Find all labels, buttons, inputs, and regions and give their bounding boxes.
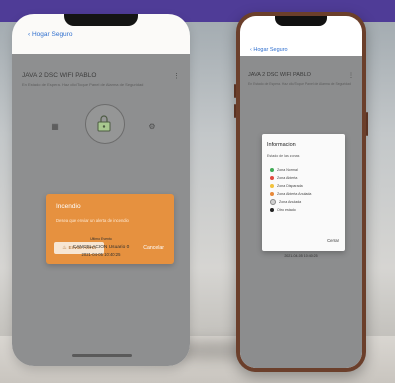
right-phone: ‹ Hogar Seguro JAVA 2 DSC WIFI PABLO ⋮ E…: [234, 12, 368, 372]
zone-label: Otro estado: [277, 208, 296, 212]
list-item: Zona Disparada: [270, 182, 311, 190]
lock-icon: [97, 115, 111, 132]
panel-screen: JAVA 2 DSC WIFI PABLO ⋮ En Estado de Esp…: [12, 54, 190, 366]
list-item: Zona Abierta: [270, 174, 311, 182]
list-item: Otro estado: [270, 206, 311, 214]
alert-title: Incendio: [56, 203, 81, 210]
more-options-icon[interactable]: ⋮: [173, 72, 180, 80]
phone-notch: [64, 14, 138, 26]
zone-label: Zona Abierta Anulada: [277, 192, 312, 196]
list-item: Zona Normal: [270, 166, 311, 174]
status-dot-icon: [270, 199, 276, 205]
left-phone: ‹ Hogar Seguro JAVA 2 DSC WIFI PABLO ⋮ E…: [12, 14, 190, 366]
last-event-label: CANCELACION Usuario 0: [72, 245, 130, 250]
panel-status-text: En Estado de Espera. Haz clic/Toque Pane…: [248, 82, 351, 86]
status-dot-icon: [270, 192, 274, 196]
volume-button: [234, 84, 236, 98]
back-label: Hogar Seguro: [253, 47, 288, 53]
last-event-time: 2021-04-05 10:40:25: [81, 252, 121, 257]
dialog-title: Informacion: [267, 142, 296, 148]
alert-message: Desea que enviar un alerta de incendio: [56, 218, 129, 223]
panel-title: JAVA 2 DSC WIFI PABLO: [22, 72, 97, 79]
back-button[interactable]: ‹ Hogar Seguro: [250, 47, 288, 53]
last-event-caption: Ultimo Evento: [90, 237, 112, 241]
zone-label: Zona Anulada: [279, 200, 302, 204]
last-event-time: 2021-04-05 10:40:25: [284, 254, 318, 258]
dialog-subtitle: Estado de las zonas: [267, 154, 300, 158]
status-dot-icon: [270, 184, 274, 188]
zone-legend-list: Zona Normal Zona Abierta Zona Disparada …: [270, 166, 311, 214]
panel-title: JAVA 2 DSC WIFI PABLO: [248, 72, 311, 78]
phone-notch: [275, 16, 327, 26]
zone-label: Zona Abierta: [277, 176, 298, 180]
home-indicator: [72, 354, 132, 357]
power-button: [366, 112, 368, 136]
zone-info-dialog: Informacion Estado de las zonas Zona Nor…: [262, 134, 345, 251]
status-dot-icon: [270, 176, 274, 180]
close-button[interactable]: Cerrar: [327, 238, 339, 243]
status-dot-icon: [270, 208, 274, 212]
calendar-icon[interactable]: ▦: [50, 122, 60, 132]
zone-label: Zona Normal: [277, 168, 298, 172]
back-label: Hogar Seguro: [31, 31, 73, 38]
zone-label: Zona Disparada: [277, 184, 303, 188]
settings-icon[interactable]: ⚙: [147, 122, 157, 132]
right-screen: ‹ Hogar Seguro JAVA 2 DSC WIFI PABLO ⋮ E…: [240, 16, 362, 368]
panel-status-text: En Estado de Espera. Haz clic/Toque Pane…: [22, 82, 144, 87]
panel-screen: JAVA 2 DSC WIFI PABLO ⋮ En Estado de Esp…: [240, 56, 362, 368]
more-options-icon[interactable]: ⋮: [348, 72, 354, 79]
list-item: Zona Anulada: [270, 198, 311, 206]
list-item: Zona Abierta Anulada: [270, 190, 311, 198]
status-dot-icon: [270, 168, 274, 172]
back-button[interactable]: ‹ Hogar Seguro: [28, 31, 72, 38]
volume-button: [234, 104, 236, 118]
